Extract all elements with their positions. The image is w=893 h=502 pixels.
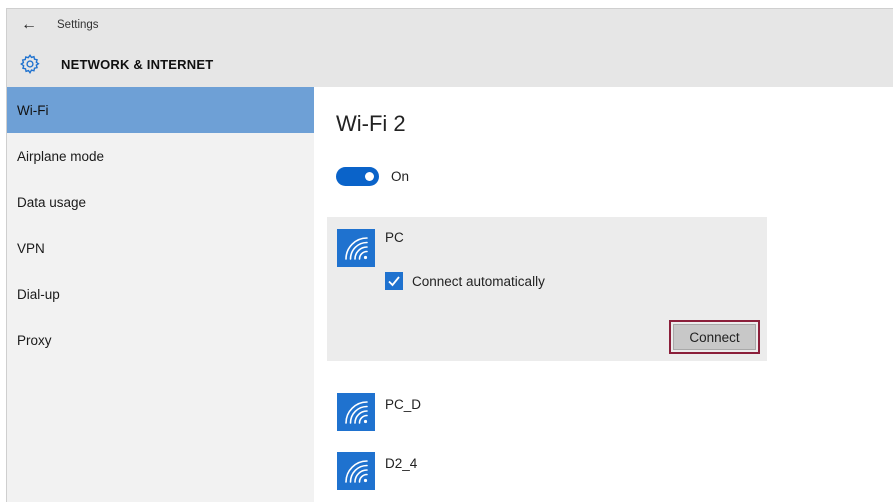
main-content: Wi-Fi 2 On PC Connect automatically Conn… [314, 87, 893, 502]
header: ← Settings NETWORK & INTERNET [7, 9, 893, 87]
sidebar-item-vpn[interactable]: VPN [7, 225, 314, 271]
connect-button[interactable]: Connect [673, 324, 756, 350]
toggle-knob [365, 172, 374, 181]
sidebar-item-data-usage[interactable]: Data usage [7, 179, 314, 225]
window-title: Settings [57, 19, 99, 31]
sidebar-item-label: Data usage [17, 194, 87, 210]
checkmark-icon [388, 276, 400, 287]
wifi-toggle[interactable] [336, 167, 379, 186]
settings-window: ← Settings NETWORK & INTERNET Wi-Fi Airp… [6, 8, 893, 502]
wifi-signal-icon [337, 393, 375, 431]
section-header: NETWORK & INTERNET [7, 49, 213, 79]
checkbox-label: Connect automatically [412, 273, 545, 289]
section-title: NETWORK & INTERNET [61, 56, 214, 72]
network-item[interactable]: D2_4 [327, 444, 767, 498]
sidebar-item-label: Airplane mode [17, 148, 105, 164]
page-title: Wi-Fi 2 [336, 111, 406, 136]
network-name: D2_4 [385, 456, 418, 471]
back-arrow-icon: ← [21, 16, 37, 33]
connect-automatically-checkbox[interactable]: Connect automatically [385, 272, 545, 290]
wifi-signal-icon [337, 452, 375, 490]
network-name: PC [385, 230, 404, 245]
sidebar-item-airplane-mode[interactable]: Airplane mode [7, 133, 314, 179]
title-bar: ← Settings [7, 9, 893, 41]
sidebar-item-label: VPN [17, 240, 45, 256]
gear-icon [7, 49, 51, 79]
network-item-expanded[interactable]: PC Connect automatically Connect [327, 217, 767, 361]
sidebar: Wi-Fi Airplane mode Data usage VPN Dial-… [7, 87, 314, 502]
sidebar-item-label: Wi-Fi [17, 102, 49, 118]
sidebar-item-label: Dial-up [17, 286, 60, 302]
network-item[interactable]: PC_D [327, 385, 767, 439]
sidebar-item-proxy[interactable]: Proxy [7, 317, 314, 363]
wifi-toggle-row: On [336, 167, 409, 186]
back-button[interactable]: ← [7, 9, 47, 41]
checkbox-box[interactable] [385, 272, 403, 290]
sidebar-item-label: Proxy [17, 332, 52, 348]
toggle-label: On [391, 169, 410, 184]
sidebar-item-dial-up[interactable]: Dial-up [7, 271, 314, 317]
network-name: PC_D [385, 397, 422, 412]
connect-button-highlight: Connect [669, 320, 760, 354]
wifi-signal-icon [337, 229, 375, 267]
sidebar-item-wifi[interactable]: Wi-Fi [7, 87, 314, 133]
